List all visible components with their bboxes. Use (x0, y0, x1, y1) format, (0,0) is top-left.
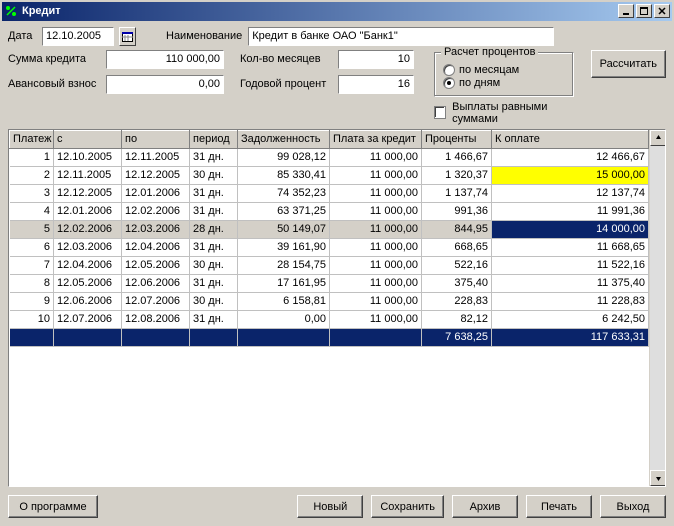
grid-header-row: Платеж с по период Задолженность Плата з… (10, 130, 649, 148)
col-period[interactable]: период (190, 130, 238, 148)
window-title: Кредит (22, 5, 618, 17)
radio-by-days[interactable]: по дням (443, 77, 565, 89)
sum-label: Сумма кредита (8, 53, 100, 65)
col-debt[interactable]: Задолженность (238, 130, 330, 148)
vertical-scrollbar[interactable] (649, 130, 665, 487)
table-row[interactable]: 1012.07.200612.08.200631 дн.0,0011 000,0… (10, 310, 649, 328)
advance-label: Авансовый взнос (8, 78, 100, 90)
sum-field[interactable] (106, 50, 224, 69)
scroll-down-button[interactable] (650, 470, 666, 486)
scroll-up-button[interactable] (650, 130, 666, 146)
table-row[interactable]: 412.01.200612.02.200631 дн.63 371,2511 0… (10, 202, 649, 220)
equal-payments-label: Выплаты равными суммами (452, 101, 584, 125)
payment-grid[interactable]: Платеж с по период Задолженность Плата з… (8, 129, 666, 488)
months-field[interactable] (338, 50, 414, 69)
rate-field[interactable] (338, 75, 414, 94)
archive-button[interactable]: Архив (452, 495, 518, 518)
table-row[interactable]: 512.02.200612.03.200628 дн.50 149,0711 0… (10, 220, 649, 238)
totals-row: 7 638,25117 633,31 (10, 328, 649, 346)
date-label: Дата (8, 30, 36, 42)
col-payment[interactable]: Платеж (10, 130, 54, 148)
col-credit-pay[interactable]: Плата за кредит (330, 130, 422, 148)
exit-button[interactable]: Выход (600, 495, 666, 518)
maximize-button[interactable] (636, 4, 652, 18)
col-to[interactable]: по (122, 130, 190, 148)
radio-by-months-label: по месяцам (459, 64, 519, 76)
table-row[interactable]: 312.12.200512.01.200631 дн.74 352,2311 0… (10, 184, 649, 202)
equal-payments-checkbox[interactable] (434, 106, 446, 119)
col-to-pay[interactable]: К оплате (492, 130, 649, 148)
table-row[interactable]: 712.04.200612.05.200630 дн.28 154,7511 0… (10, 256, 649, 274)
calculate-button[interactable]: Рассчитать (591, 50, 666, 78)
name-field[interactable] (248, 27, 554, 46)
col-from[interactable]: с (54, 130, 122, 148)
name-label: Наименование (166, 30, 242, 42)
date-picker-button[interactable] (119, 27, 136, 46)
months-label: Кол-во месяцев (240, 53, 332, 65)
rate-label: Годовой процент (240, 78, 332, 90)
table-row[interactable]: 212.11.200512.12.200530 дн.85 330,4111 0… (10, 166, 649, 184)
interest-group-label: Расчет процентов (441, 46, 538, 58)
about-button[interactable]: О программе (8, 495, 98, 518)
date-field[interactable] (42, 27, 114, 46)
table-row[interactable]: 112.10.200512.11.200531 дн.99 028,1211 0… (10, 148, 649, 166)
new-button[interactable]: Новый (297, 495, 363, 518)
advance-field[interactable] (106, 75, 224, 94)
table-row[interactable]: 912.06.200612.07.200630 дн.6 158,8111 00… (10, 292, 649, 310)
save-button[interactable]: Сохранить (371, 495, 444, 518)
percent-icon (4, 4, 18, 18)
print-button[interactable]: Печать (526, 495, 592, 518)
titlebar: Кредит (2, 2, 672, 21)
minimize-button[interactable] (618, 4, 634, 18)
table-row[interactable]: 612.03.200612.04.200631 дн.39 161,9011 0… (10, 238, 649, 256)
radio-by-days-label: по дням (459, 77, 500, 89)
table-row[interactable]: 812.05.200612.06.200631 дн.17 161,9511 0… (10, 274, 649, 292)
radio-by-months[interactable]: по месяцам (443, 64, 565, 76)
col-interest[interactable]: Проценты (422, 130, 492, 148)
close-button[interactable] (654, 4, 670, 18)
